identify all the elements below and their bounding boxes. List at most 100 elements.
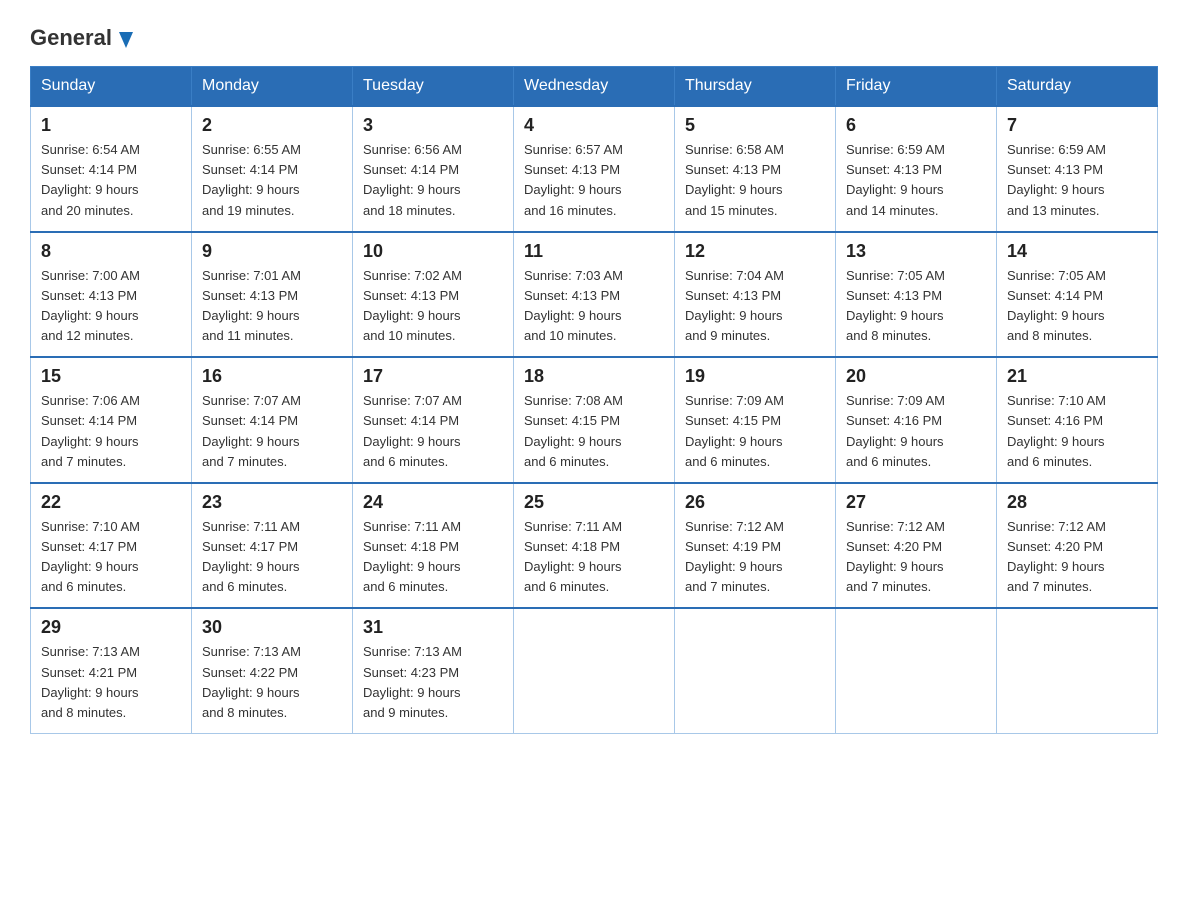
day-number: 11 — [524, 241, 664, 262]
calendar-day-cell: 4 Sunrise: 6:57 AM Sunset: 4:13 PM Dayli… — [514, 106, 675, 232]
day-number: 28 — [1007, 492, 1147, 513]
calendar-day-cell: 13 Sunrise: 7:05 AM Sunset: 4:13 PM Dayl… — [836, 232, 997, 358]
calendar-day-cell: 25 Sunrise: 7:11 AM Sunset: 4:18 PM Dayl… — [514, 483, 675, 609]
day-info: Sunrise: 7:10 AM Sunset: 4:16 PM Dayligh… — [1007, 391, 1147, 472]
day-number: 15 — [41, 366, 181, 387]
day-info: Sunrise: 6:59 AM Sunset: 4:13 PM Dayligh… — [1007, 140, 1147, 221]
weekday-header-sunday: Sunday — [31, 67, 192, 107]
day-number: 9 — [202, 241, 342, 262]
calendar-week-row: 8 Sunrise: 7:00 AM Sunset: 4:13 PM Dayli… — [31, 232, 1158, 358]
day-info: Sunrise: 7:11 AM Sunset: 4:18 PM Dayligh… — [524, 517, 664, 598]
calendar-day-cell: 31 Sunrise: 7:13 AM Sunset: 4:23 PM Dayl… — [353, 608, 514, 733]
day-info: Sunrise: 7:05 AM Sunset: 4:13 PM Dayligh… — [846, 266, 986, 347]
calendar-week-row: 22 Sunrise: 7:10 AM Sunset: 4:17 PM Dayl… — [31, 483, 1158, 609]
day-number: 6 — [846, 115, 986, 136]
day-info: Sunrise: 7:10 AM Sunset: 4:17 PM Dayligh… — [41, 517, 181, 598]
day-info: Sunrise: 7:13 AM Sunset: 4:23 PM Dayligh… — [363, 642, 503, 723]
day-number: 8 — [41, 241, 181, 262]
calendar-day-cell: 2 Sunrise: 6:55 AM Sunset: 4:14 PM Dayli… — [192, 106, 353, 232]
day-info: Sunrise: 6:57 AM Sunset: 4:13 PM Dayligh… — [524, 140, 664, 221]
calendar-day-cell: 14 Sunrise: 7:05 AM Sunset: 4:14 PM Dayl… — [997, 232, 1158, 358]
day-info: Sunrise: 7:12 AM Sunset: 4:20 PM Dayligh… — [846, 517, 986, 598]
day-number: 30 — [202, 617, 342, 638]
day-info: Sunrise: 7:11 AM Sunset: 4:17 PM Dayligh… — [202, 517, 342, 598]
day-info: Sunrise: 7:06 AM Sunset: 4:14 PM Dayligh… — [41, 391, 181, 472]
day-number: 13 — [846, 241, 986, 262]
weekday-header-monday: Monday — [192, 67, 353, 107]
calendar-day-cell: 8 Sunrise: 7:00 AM Sunset: 4:13 PM Dayli… — [31, 232, 192, 358]
calendar-day-cell: 12 Sunrise: 7:04 AM Sunset: 4:13 PM Dayl… — [675, 232, 836, 358]
calendar-day-cell — [675, 608, 836, 733]
day-info: Sunrise: 7:07 AM Sunset: 4:14 PM Dayligh… — [202, 391, 342, 472]
day-number: 27 — [846, 492, 986, 513]
day-info: Sunrise: 7:00 AM Sunset: 4:13 PM Dayligh… — [41, 266, 181, 347]
weekday-header-friday: Friday — [836, 67, 997, 107]
calendar-day-cell: 10 Sunrise: 7:02 AM Sunset: 4:13 PM Dayl… — [353, 232, 514, 358]
day-number: 25 — [524, 492, 664, 513]
day-info: Sunrise: 7:03 AM Sunset: 4:13 PM Dayligh… — [524, 266, 664, 347]
calendar-day-cell: 26 Sunrise: 7:12 AM Sunset: 4:19 PM Dayl… — [675, 483, 836, 609]
day-number: 14 — [1007, 241, 1147, 262]
calendar-day-cell: 1 Sunrise: 6:54 AM Sunset: 4:14 PM Dayli… — [31, 106, 192, 232]
calendar-day-cell: 11 Sunrise: 7:03 AM Sunset: 4:13 PM Dayl… — [514, 232, 675, 358]
calendar-week-row: 15 Sunrise: 7:06 AM Sunset: 4:14 PM Dayl… — [31, 357, 1158, 483]
calendar-day-cell: 9 Sunrise: 7:01 AM Sunset: 4:13 PM Dayli… — [192, 232, 353, 358]
calendar-day-cell: 28 Sunrise: 7:12 AM Sunset: 4:20 PM Dayl… — [997, 483, 1158, 609]
calendar-day-cell: 23 Sunrise: 7:11 AM Sunset: 4:17 PM Dayl… — [192, 483, 353, 609]
day-info: Sunrise: 7:05 AM Sunset: 4:14 PM Dayligh… — [1007, 266, 1147, 347]
calendar-day-cell: 21 Sunrise: 7:10 AM Sunset: 4:16 PM Dayl… — [997, 357, 1158, 483]
day-info: Sunrise: 6:54 AM Sunset: 4:14 PM Dayligh… — [41, 140, 181, 221]
calendar-day-cell: 18 Sunrise: 7:08 AM Sunset: 4:15 PM Dayl… — [514, 357, 675, 483]
day-number: 12 — [685, 241, 825, 262]
calendar-day-cell: 27 Sunrise: 7:12 AM Sunset: 4:20 PM Dayl… — [836, 483, 997, 609]
day-number: 3 — [363, 115, 503, 136]
day-number: 4 — [524, 115, 664, 136]
day-info: Sunrise: 6:58 AM Sunset: 4:13 PM Dayligh… — [685, 140, 825, 221]
day-info: Sunrise: 6:59 AM Sunset: 4:13 PM Dayligh… — [846, 140, 986, 221]
weekday-header-thursday: Thursday — [675, 67, 836, 107]
calendar-day-cell: 19 Sunrise: 7:09 AM Sunset: 4:15 PM Dayl… — [675, 357, 836, 483]
day-number: 22 — [41, 492, 181, 513]
day-number: 20 — [846, 366, 986, 387]
weekday-header-wednesday: Wednesday — [514, 67, 675, 107]
day-info: Sunrise: 7:07 AM Sunset: 4:14 PM Dayligh… — [363, 391, 503, 472]
calendar-week-row: 29 Sunrise: 7:13 AM Sunset: 4:21 PM Dayl… — [31, 608, 1158, 733]
weekday-header-saturday: Saturday — [997, 67, 1158, 107]
calendar-table: SundayMondayTuesdayWednesdayThursdayFrid… — [30, 66, 1158, 734]
logo-general-text: General — [30, 26, 112, 50]
day-number: 18 — [524, 366, 664, 387]
day-info: Sunrise: 7:12 AM Sunset: 4:20 PM Dayligh… — [1007, 517, 1147, 598]
calendar-day-cell: 3 Sunrise: 6:56 AM Sunset: 4:14 PM Dayli… — [353, 106, 514, 232]
day-info: Sunrise: 7:12 AM Sunset: 4:19 PM Dayligh… — [685, 517, 825, 598]
day-info: Sunrise: 7:11 AM Sunset: 4:18 PM Dayligh… — [363, 517, 503, 598]
day-number: 19 — [685, 366, 825, 387]
calendar-day-cell — [997, 608, 1158, 733]
calendar-day-cell: 5 Sunrise: 6:58 AM Sunset: 4:13 PM Dayli… — [675, 106, 836, 232]
calendar-day-cell: 6 Sunrise: 6:59 AM Sunset: 4:13 PM Dayli… — [836, 106, 997, 232]
day-info: Sunrise: 7:08 AM Sunset: 4:15 PM Dayligh… — [524, 391, 664, 472]
day-info: Sunrise: 6:55 AM Sunset: 4:14 PM Dayligh… — [202, 140, 342, 221]
calendar-day-cell: 7 Sunrise: 6:59 AM Sunset: 4:13 PM Dayli… — [997, 106, 1158, 232]
day-info: Sunrise: 7:02 AM Sunset: 4:13 PM Dayligh… — [363, 266, 503, 347]
calendar-day-cell — [836, 608, 997, 733]
day-info: Sunrise: 7:04 AM Sunset: 4:13 PM Dayligh… — [685, 266, 825, 347]
calendar-day-cell — [514, 608, 675, 733]
day-number: 21 — [1007, 366, 1147, 387]
day-number: 16 — [202, 366, 342, 387]
day-number: 23 — [202, 492, 342, 513]
day-number: 10 — [363, 241, 503, 262]
day-info: Sunrise: 7:09 AM Sunset: 4:16 PM Dayligh… — [846, 391, 986, 472]
day-number: 1 — [41, 115, 181, 136]
day-number: 24 — [363, 492, 503, 513]
logo-triangle-icon — [115, 28, 137, 50]
logo: General — [30, 20, 137, 48]
calendar-day-cell: 30 Sunrise: 7:13 AM Sunset: 4:22 PM Dayl… — [192, 608, 353, 733]
day-number: 17 — [363, 366, 503, 387]
calendar-day-cell: 16 Sunrise: 7:07 AM Sunset: 4:14 PM Dayl… — [192, 357, 353, 483]
day-number: 7 — [1007, 115, 1147, 136]
calendar-week-row: 1 Sunrise: 6:54 AM Sunset: 4:14 PM Dayli… — [31, 106, 1158, 232]
weekday-header-tuesday: Tuesday — [353, 67, 514, 107]
calendar-day-cell: 24 Sunrise: 7:11 AM Sunset: 4:18 PM Dayl… — [353, 483, 514, 609]
day-info: Sunrise: 6:56 AM Sunset: 4:14 PM Dayligh… — [363, 140, 503, 221]
calendar-day-cell: 20 Sunrise: 7:09 AM Sunset: 4:16 PM Dayl… — [836, 357, 997, 483]
